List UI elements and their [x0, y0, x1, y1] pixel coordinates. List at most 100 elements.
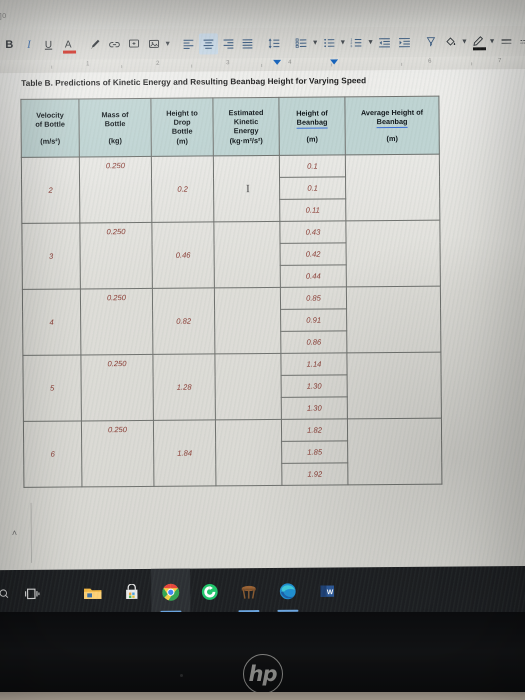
cell-beanbag-height[interactable]: 0.11 — [279, 198, 346, 222]
cell-drop-height[interactable]: 0.82 — [152, 287, 215, 355]
cell-mass[interactable]: 0.250 — [81, 420, 154, 487]
cell-mass[interactable]: 0.250 — [79, 156, 152, 223]
column-header-beanbag-height[interactable]: Height of Beanbag (m) — [278, 96, 346, 156]
ruler-indent-marker[interactable] — [273, 59, 282, 65]
align-center-button[interactable] — [199, 32, 218, 55]
collapse-chevron-icon[interactable]: ˄ — [12, 528, 17, 538]
taskbar-green-app-icon[interactable] — [190, 568, 229, 615]
cell-kinetic-energy[interactable] — [214, 353, 282, 420]
cell-beanbag-height[interactable]: 1.14 — [280, 352, 348, 376]
column-header-drop-height[interactable]: Height to Drop Bottle (m) — [150, 97, 214, 157]
table-row[interactable]: 2 0.250 0.2 I 0.1 — [21, 154, 440, 224]
border-dash-button[interactable] — [516, 30, 525, 51]
cell-beanbag-height[interactable]: 1.92 — [281, 462, 348, 486]
table-row[interactable]: 5 0.250 1.28 1.14 — [22, 352, 442, 422]
cell-beanbag-height[interactable]: 0.1 — [279, 176, 346, 200]
cell-velocity[interactable]: 2 — [21, 156, 80, 224]
cell-kinetic-energy[interactable] — [214, 287, 281, 354]
cell-beanbag-height[interactable]: 1.85 — [281, 440, 348, 464]
align-right-button[interactable] — [219, 33, 238, 54]
cell-beanbag-height[interactable]: 0.85 — [280, 286, 347, 310]
underline-button[interactable]: U — [39, 34, 58, 55]
cell-beanbag-height[interactable]: 1.82 — [281, 418, 348, 442]
bold-button[interactable]: B — [0, 34, 19, 55]
cell-kinetic-energy[interactable]: I — [213, 155, 280, 222]
taskbar-word-icon[interactable]: W — [307, 567, 346, 614]
cell-mass[interactable]: 0.250 — [80, 354, 154, 421]
cell-kinetic-energy[interactable] — [215, 419, 282, 486]
table-row[interactable]: 6 0.250 1.84 1.82 — [23, 418, 442, 488]
add-comment-button[interactable] — [125, 33, 144, 54]
cell-beanbag-height[interactable]: 0.42 — [280, 242, 347, 266]
ruler-tab-marker[interactable] — [330, 59, 339, 65]
border-color-button[interactable] — [469, 31, 488, 52]
cell-drop-height[interactable]: 1.28 — [152, 353, 216, 421]
taskbar-search-icon[interactable] — [0, 570, 12, 617]
taskbar-task-view-icon[interactable] — [12, 570, 51, 617]
align-left-button[interactable] — [179, 33, 198, 54]
numbered-list-dropdown-caret[interactable]: ▼ — [367, 32, 374, 53]
border-width-icon — [501, 38, 511, 44]
cell-drop-height[interactable]: 0.46 — [151, 221, 215, 289]
italic-button[interactable]: I — [20, 34, 39, 55]
insert-image-dropdown-caret[interactable]: ▼ — [164, 33, 171, 54]
header-line: Kinetic — [233, 116, 259, 127]
insert-image-button[interactable] — [144, 33, 163, 54]
insert-link-button[interactable] — [105, 34, 124, 55]
column-header-kinetic-energy[interactable]: Estimated Kinetic Energy (kg·m²/s²) — [212, 97, 280, 156]
taskbar-file-explorer-icon[interactable] — [73, 569, 112, 616]
cell-beanbag-height[interactable]: 1.30 — [281, 374, 348, 398]
cell-average-height[interactable] — [346, 352, 442, 419]
taskbar-chrome-icon[interactable] — [151, 568, 191, 616]
document-page[interactable]: Table B. Predictions of Kinetic Energy a… — [0, 68, 525, 571]
bulleted-list-button[interactable] — [320, 32, 339, 53]
taskbar-edge-icon[interactable] — [268, 568, 307, 615]
fill-color-button[interactable] — [441, 31, 460, 52]
checklist-dropdown-caret[interactable]: ▼ — [312, 32, 319, 53]
cell-mass[interactable]: 0.250 — [80, 288, 153, 355]
border-width-button[interactable] — [497, 31, 516, 52]
increase-indent-button[interactable] — [395, 31, 414, 52]
taskbar-microsoft-store-icon[interactable] — [112, 569, 151, 616]
clear-formatting-button[interactable] — [422, 31, 441, 52]
cell-drop-height[interactable]: 1.84 — [153, 419, 216, 487]
cell-velocity[interactable]: 5 — [22, 354, 82, 422]
decrease-indent-button[interactable] — [375, 31, 394, 52]
checklist-button[interactable] — [292, 32, 311, 53]
column-header-mass[interactable]: Mass of Bottle (kg) — [78, 98, 152, 157]
cell-average-height[interactable] — [345, 220, 441, 287]
table-row[interactable]: 3 0.250 0.46 0.43 — [21, 220, 441, 290]
taskbar-stool-app-icon[interactable] — [229, 568, 268, 615]
line-spacing-button[interactable] — [265, 32, 284, 53]
cell-average-height[interactable] — [346, 286, 441, 353]
cell-beanbag-height[interactable]: 1.30 — [281, 396, 348, 420]
cell-velocity[interactable]: 3 — [21, 222, 81, 290]
cell-velocity[interactable]: 4 — [22, 288, 81, 356]
formatting-toolbar: B I U A ▼ ▼ ▼ 1 2 3 ▼ ▼ ▼ — [0, 25, 525, 61]
numbered-list-button[interactable]: 1 2 3 — [347, 32, 366, 53]
cell-average-height[interactable] — [345, 154, 440, 221]
column-header-velocity[interactable]: Velocity of Bottle (m/s²) — [20, 98, 80, 158]
cell-mass[interactable]: 0.250 — [79, 222, 153, 289]
cell-beanbag-height[interactable]: 0.1 — [279, 154, 346, 178]
align-justify-button[interactable] — [238, 33, 257, 54]
text-color-button[interactable]: A — [59, 34, 78, 55]
data-table[interactable]: Velocity of Bottle (m/s²) Mass of Bottle… — [20, 96, 442, 488]
cell-beanbag-height[interactable]: 0.44 — [280, 264, 347, 288]
underline-icon: U — [44, 39, 53, 51]
paint-format-button[interactable] — [86, 34, 105, 55]
cell-kinetic-energy[interactable] — [213, 221, 281, 288]
cell-beanbag-height[interactable]: 0.86 — [280, 330, 347, 354]
cell-drop-height[interactable]: 0.2 — [151, 155, 214, 223]
bulleted-list-dropdown-caret[interactable]: ▼ — [339, 32, 346, 53]
cell-beanbag-height[interactable]: 0.91 — [280, 308, 347, 332]
header-line-misspelled: Beanbag — [376, 117, 408, 129]
checklist-icon — [295, 38, 307, 48]
table-row[interactable]: 4 0.250 0.82 0.85 — [22, 286, 441, 356]
column-header-average-beanbag-height[interactable]: Average Height of Beanbag (m) — [344, 96, 440, 155]
cell-beanbag-height[interactable]: 0.43 — [279, 220, 347, 244]
border-color-dropdown-caret[interactable]: ▼ — [488, 31, 496, 52]
fill-color-dropdown-caret[interactable]: ▼ — [461, 31, 468, 52]
cell-velocity[interactable]: 6 — [23, 420, 82, 488]
cell-average-height[interactable] — [347, 418, 442, 485]
